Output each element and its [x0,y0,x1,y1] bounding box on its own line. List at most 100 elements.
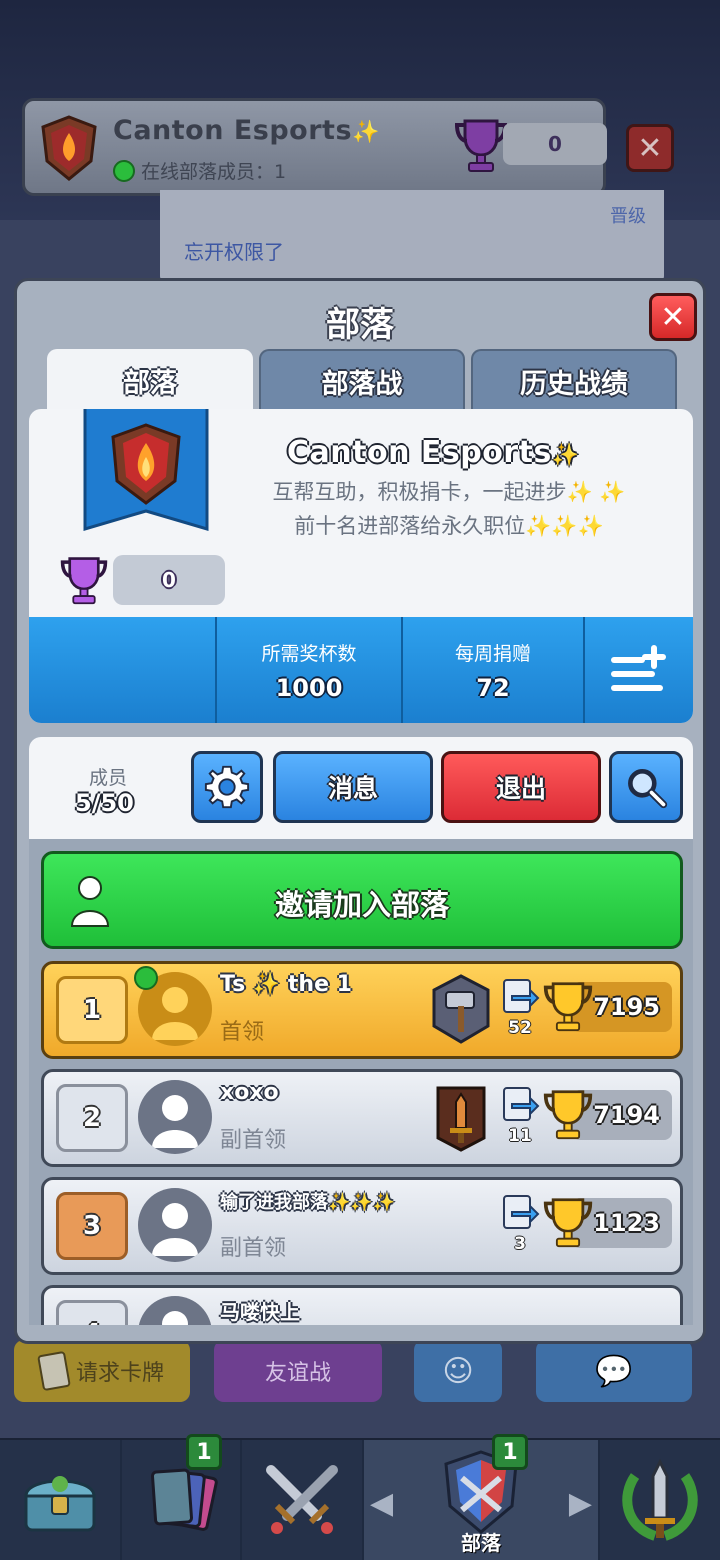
clan-trophy-box: 0 [59,551,229,605]
chest-icon [24,1476,96,1532]
members-header: 成员 5/50 消息 退出 [29,737,693,839]
member-role: 副首领 [220,1128,287,1153]
clan-trophy-icon [454,119,508,172]
clan-description: 互帮互助，积极捐卡，一起进步✨ ✨ 前十名进部落给永久职位✨✨✨ [229,475,669,543]
rank-badge: 3 [56,1192,128,1260]
avatar [138,1080,212,1154]
messages-button-label: 消息 [327,774,378,803]
member-role: 首领 [220,1020,265,1045]
list-plus-icon [611,645,666,691]
messages-button[interactable]: 消息 [273,751,433,823]
avatar [138,1188,212,1262]
leave-clan-button-label: 退出 [495,774,546,803]
clan-details-button[interactable] [583,617,693,723]
nav-left-arrow-icon[interactable]: ◀ [370,1486,393,1521]
person-icon [152,1203,198,1256]
clan-name: Canton Esports✨ [287,435,580,470]
friendly-battle-button[interactable]: 友谊战 [214,1340,382,1402]
bottom-navigation: 1 ◀ 1 ▶ 部落 [0,1434,720,1560]
online-status-icon [134,966,158,990]
cards-badge: 1 [186,1434,222,1470]
clan-description-line2: 前十名进部落给永久职位✨✨✨ [294,514,604,538]
donation-count: 11 [508,1126,532,1146]
donation-count: 3 [514,1234,526,1254]
clan-info-card: Canton Esports✨ 互帮互助，积极捐卡，一起进步✨ ✨ 前十名进部落… [29,409,693,723]
invite-button-label: 邀请加入部落 [274,888,449,922]
chat-peek-right-text: 晋级 [610,206,646,227]
invite-to-clan-button[interactable]: 邀请加入部落 [41,851,683,949]
request-cards-button[interactable]: 请求卡牌 [14,1340,190,1402]
online-members: 在线部落成员：1 [113,157,286,184]
hammer-league-icon [432,974,490,1044]
friendly-battle-label: 友谊战 [264,1361,331,1386]
clan-badge-icon [41,115,97,181]
search-icon [628,769,668,809]
member-row[interactable]: 1 Ts ✨ the 1 首领 52 7195 [41,961,683,1059]
settings-button[interactable] [191,751,263,823]
emote-icon: ☺ [442,1353,474,1389]
members-label: 成员 [89,767,128,789]
donation-count: 52 [508,1018,532,1038]
members-count: 5/50 [75,789,134,817]
member-name: xoxo [220,1080,279,1105]
clan-banner-icon [83,409,209,532]
nav-clan-label: 部落 [461,1531,501,1555]
modal-title: 部落 [326,305,394,345]
nav-battle[interactable] [242,1440,364,1560]
laurel-sword-icon [622,1458,698,1541]
header-trophy-value: 0 [503,123,607,165]
member-row[interactable]: 3 输了进我部落✨✨✨ 副首领 3 1123 [41,1177,683,1275]
member-row[interactable]: 2 xoxo 副首领 11 7194 [41,1069,683,1167]
online-dot-icon [113,159,135,182]
clan-badge: 1 [492,1434,528,1470]
donation-cards-icon [503,979,540,1013]
search-button[interactable] [609,751,683,823]
nav-shop[interactable] [0,1440,122,1560]
clan-trophy-icon [60,557,108,605]
tab-clan-label: 部落 [123,367,177,399]
gear-icon [204,765,250,809]
nav-right-arrow-icon[interactable]: ▶ [569,1486,592,1521]
clan-stats-band: 所需奖杯数 1000 每周捐赠 72 [29,617,693,723]
tab-clan-war-label: 部落战 [321,368,403,400]
nav-clan[interactable]: ◀ 1 ▶ 部落 [364,1434,600,1560]
required-trophies-stat: 所需奖杯数 1000 [215,617,401,723]
weekly-donations-label: 每周捐赠 [454,642,531,665]
header-trophy-box: 0 [454,119,611,172]
header-close-button[interactable]: ✕ [626,124,674,172]
request-cards-label: 请求卡牌 [75,1361,164,1386]
leave-clan-button[interactable]: 退出 [441,751,601,823]
chat-message-peek: 晋级 忘开权限了 [160,190,664,282]
tab-clan-war[interactable]: 部落战 [259,349,465,411]
clan-trophy-value: 0 [113,555,225,605]
modal-close-button[interactable]: ✕ [649,293,697,341]
required-trophies-label: 所需奖杯数 [261,642,357,665]
person-icon [152,1095,198,1148]
weekly-donations-value: 72 [476,673,510,702]
chat-button[interactable]: 💬 [536,1340,692,1402]
required-trophies-value: 1000 [275,673,343,702]
member-name: Ts ✨ the 1 [220,972,352,997]
cards-icon [150,1468,218,1531]
emote-button[interactable]: ☺ [414,1340,502,1402]
member-name: 输了进我部落✨✨✨ [220,1192,396,1213]
tab-clan[interactable]: 部落 [47,349,253,411]
donation-cards-icon [503,1195,540,1229]
tab-war-history-label: 历史战绩 [520,368,628,400]
trophy-icon [543,982,593,1032]
tab-war-history[interactable]: 历史战绩 [471,349,677,411]
nav-cards[interactable]: 1 [122,1434,242,1560]
weekly-donations-stat: 每周捐赠 72 [401,617,583,723]
rank-badge: 1 [56,976,128,1044]
header-clan-name: Canton Esports✨ [113,115,380,146]
crossed-swords-icon [266,1465,338,1534]
modal-bottom-edge [17,1325,703,1341]
clan-header-bar[interactable]: Canton Esports✨ 在线部落成员：1 0 [22,98,607,196]
member-role: 副首领 [220,1236,287,1261]
nav-events[interactable] [600,1440,720,1560]
member-name: 马喽快上 [220,1300,300,1324]
members-panel: 成员 5/50 消息 退出 邀请加入部落 1 Ts ✨ the 1 首领 52 … [29,737,693,1341]
card-icon [37,1350,71,1392]
donation-cards-icon [503,1087,540,1121]
rank-badge: 2 [56,1084,128,1152]
